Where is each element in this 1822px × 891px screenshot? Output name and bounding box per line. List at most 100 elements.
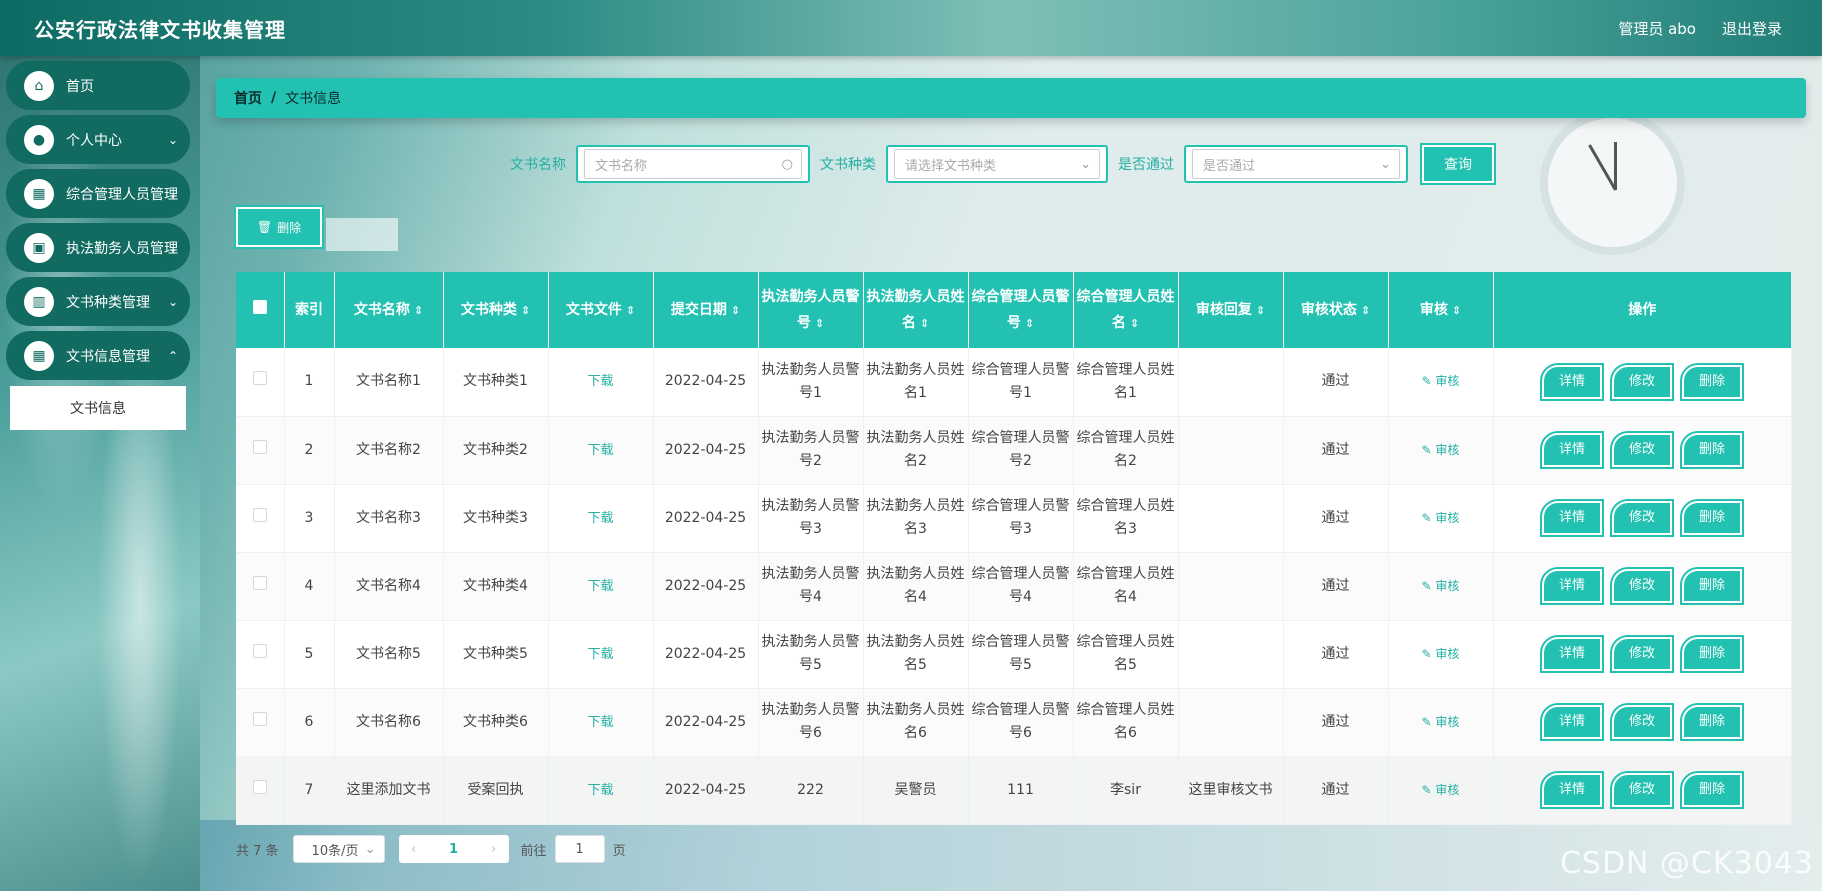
delete-button[interactable]: 删除 (1680, 771, 1744, 809)
row-checkbox[interactable] (252, 507, 267, 522)
sort-icon[interactable]: ⇕ (920, 317, 929, 330)
column-header[interactable]: 提交日期 ⇕ (653, 272, 759, 348)
download-link[interactable]: 下载 (587, 374, 613, 389)
column-header[interactable]: 审核状态 ⇕ (1283, 272, 1389, 348)
audit-link[interactable]: ✎ 审核 (1422, 579, 1460, 593)
cell-type: 文书种类3 (443, 484, 549, 553)
sort-icon[interactable]: ⇕ (815, 317, 824, 330)
download-link[interactable]: 下载 (587, 783, 613, 798)
row-checkbox[interactable] (252, 575, 267, 590)
column-header[interactable]: 执法勤务人员姓名 ⇕ (863, 272, 969, 348)
logout-link[interactable]: 退出登录 (1722, 18, 1782, 39)
select-all-header[interactable] (236, 272, 285, 348)
batch-delete-button[interactable]: 🗑 删除 (234, 205, 324, 249)
detail-button[interactable]: 详情 (1540, 703, 1604, 741)
cell-type: 文书种类1 (443, 348, 549, 417)
next-page-icon[interactable]: › (479, 842, 509, 857)
detail-button[interactable]: 详情 (1540, 635, 1604, 673)
edit-button[interactable]: 修改 (1610, 703, 1674, 741)
audit-link[interactable]: ✎ 审核 (1422, 511, 1460, 525)
sidebar-item[interactable]: ▣ 执法勤务人员管理 ⌄ (6, 223, 190, 272)
detail-button[interactable]: 详情 (1540, 567, 1604, 605)
edit-button[interactable]: 修改 (1610, 499, 1674, 537)
cell-name: 文书名称6 (334, 688, 444, 757)
sidebar-item[interactable]: ▥ 文书种类管理 ⌄ (6, 277, 190, 326)
sidebar-item[interactable]: ▦ 综合管理人员管理 ⌄ (6, 169, 190, 218)
sort-icon[interactable]: ⇕ (1452, 304, 1461, 317)
delete-button[interactable]: 删除 (1680, 703, 1744, 741)
row-checkbox[interactable] (252, 371, 267, 386)
sort-icon[interactable]: ⇕ (626, 304, 635, 317)
sort-icon[interactable]: ⇕ (414, 304, 423, 317)
audit-link[interactable]: ✎ 审核 (1422, 374, 1460, 388)
column-header-label: 综合管理人员姓名 (1076, 288, 1175, 331)
delete-button[interactable]: 删除 (1680, 362, 1744, 401)
prev-page-icon[interactable]: ‹ (399, 842, 429, 857)
edit-button[interactable]: 修改 (1610, 567, 1674, 605)
column-header[interactable]: 文书文件 ⇕ (548, 272, 654, 348)
sidebar-subitem-doc-info[interactable]: 文书信息 (10, 386, 186, 430)
edit-button[interactable]: 修改 (1610, 362, 1674, 401)
delete-button[interactable]: 删除 (1680, 635, 1744, 673)
column-header[interactable]: 文书种类 ⇕ (443, 272, 549, 348)
sidebar-item[interactable]: ▦ 文书信息管理 ⌃ (6, 331, 190, 380)
pass-select[interactable]: 是否通过 ⌄ (1184, 145, 1408, 183)
column-header[interactable]: 综合管理人员警号 ⇕ (968, 272, 1074, 348)
bar-chart-icon: ▥ (24, 286, 54, 317)
detail-button[interactable]: 详情 (1540, 499, 1604, 537)
row-checkbox[interactable] (252, 643, 267, 658)
download-link[interactable]: 下载 (587, 715, 613, 730)
row-checkbox[interactable] (252, 779, 267, 794)
query-button[interactable]: 查询 (1420, 143, 1496, 185)
sidebar-item[interactable]: ● 个人中心 ⌄ (6, 115, 190, 164)
sort-icon[interactable]: ⇕ (1025, 317, 1034, 330)
download-link[interactable]: 下载 (587, 511, 613, 526)
audit-link[interactable]: ✎ 审核 (1422, 783, 1460, 797)
audit-link[interactable]: ✎ 审核 (1422, 647, 1460, 661)
column-header-label: 综合管理人员警号 (971, 288, 1070, 331)
delete-button[interactable]: 删除 (1680, 431, 1744, 469)
download-link[interactable]: 下载 (587, 647, 613, 662)
column-header[interactable]: 审核 ⇕ (1388, 272, 1494, 348)
admin-user-label[interactable]: 管理员 abo (1618, 18, 1696, 39)
breadcrumb-home[interactable]: 首页 (234, 88, 262, 108)
column-header[interactable]: 审核回复 ⇕ (1178, 272, 1284, 348)
cell-officer_name: 执法勤务人员姓名2 (863, 416, 969, 485)
doc-name-field[interactable]: 文书名称 ○ (576, 145, 810, 183)
sort-icon[interactable]: ⇕ (731, 304, 740, 317)
select-all-checkbox[interactable] (252, 300, 267, 314)
edit-button[interactable]: 修改 (1610, 635, 1674, 673)
goto-input[interactable]: 1 (554, 835, 605, 863)
delete-button[interactable]: 删除 (1680, 567, 1744, 605)
table-row: 7 这里添加文书 受案回执 下载 2022-04-25 222 吴警员 111 李sir 这里审核… (236, 756, 1792, 825)
column-header[interactable]: 文书名称 ⇕ (334, 272, 444, 348)
download-link[interactable]: 下载 (587, 579, 613, 594)
sidebar-item[interactable]: ⌂ 首页 (6, 61, 190, 110)
sort-icon[interactable]: ⇕ (1256, 304, 1265, 317)
delete-button[interactable]: 删除 (1680, 499, 1744, 537)
doc-name-input[interactable]: 文书名称 ○ (584, 149, 802, 179)
sort-icon[interactable]: ⇕ (1130, 317, 1139, 330)
cell-officer_no: 执法勤务人员警号1 (758, 348, 864, 417)
page-size-select[interactable]: 10条/页 ⌄ (292, 835, 385, 863)
download-link[interactable]: 下载 (587, 443, 613, 458)
row-checkbox[interactable] (252, 439, 267, 454)
doc-type-input[interactable]: 请选择文书种类 ⌄ (894, 149, 1100, 179)
edit-button[interactable]: 修改 (1610, 431, 1674, 469)
edit-button[interactable]: 修改 (1610, 771, 1674, 809)
row-checkbox[interactable] (252, 711, 267, 726)
doc-type-select[interactable]: 请选择文书种类 ⌄ (886, 145, 1108, 183)
doc-name-placeholder: 文书名称 (595, 158, 648, 174)
pass-input[interactable]: 是否通过 ⌄ (1192, 149, 1400, 179)
audit-link[interactable]: ✎ 审核 (1422, 715, 1460, 729)
sort-icon[interactable]: ⇕ (1361, 304, 1370, 317)
column-header[interactable]: 综合管理人员姓名 ⇕ (1073, 272, 1179, 348)
detail-button[interactable]: 详情 (1540, 771, 1604, 809)
detail-button[interactable]: 详情 (1540, 431, 1604, 469)
column-header[interactable]: 执法勤务人员警号 ⇕ (758, 272, 864, 348)
audit-link[interactable]: ✎ 审核 (1422, 443, 1460, 457)
sort-icon[interactable]: ⇕ (521, 304, 530, 317)
column-header-label: 执法勤务人员警号 (761, 288, 860, 331)
current-page[interactable]: 1 (429, 842, 479, 857)
detail-button[interactable]: 详情 (1540, 362, 1604, 401)
